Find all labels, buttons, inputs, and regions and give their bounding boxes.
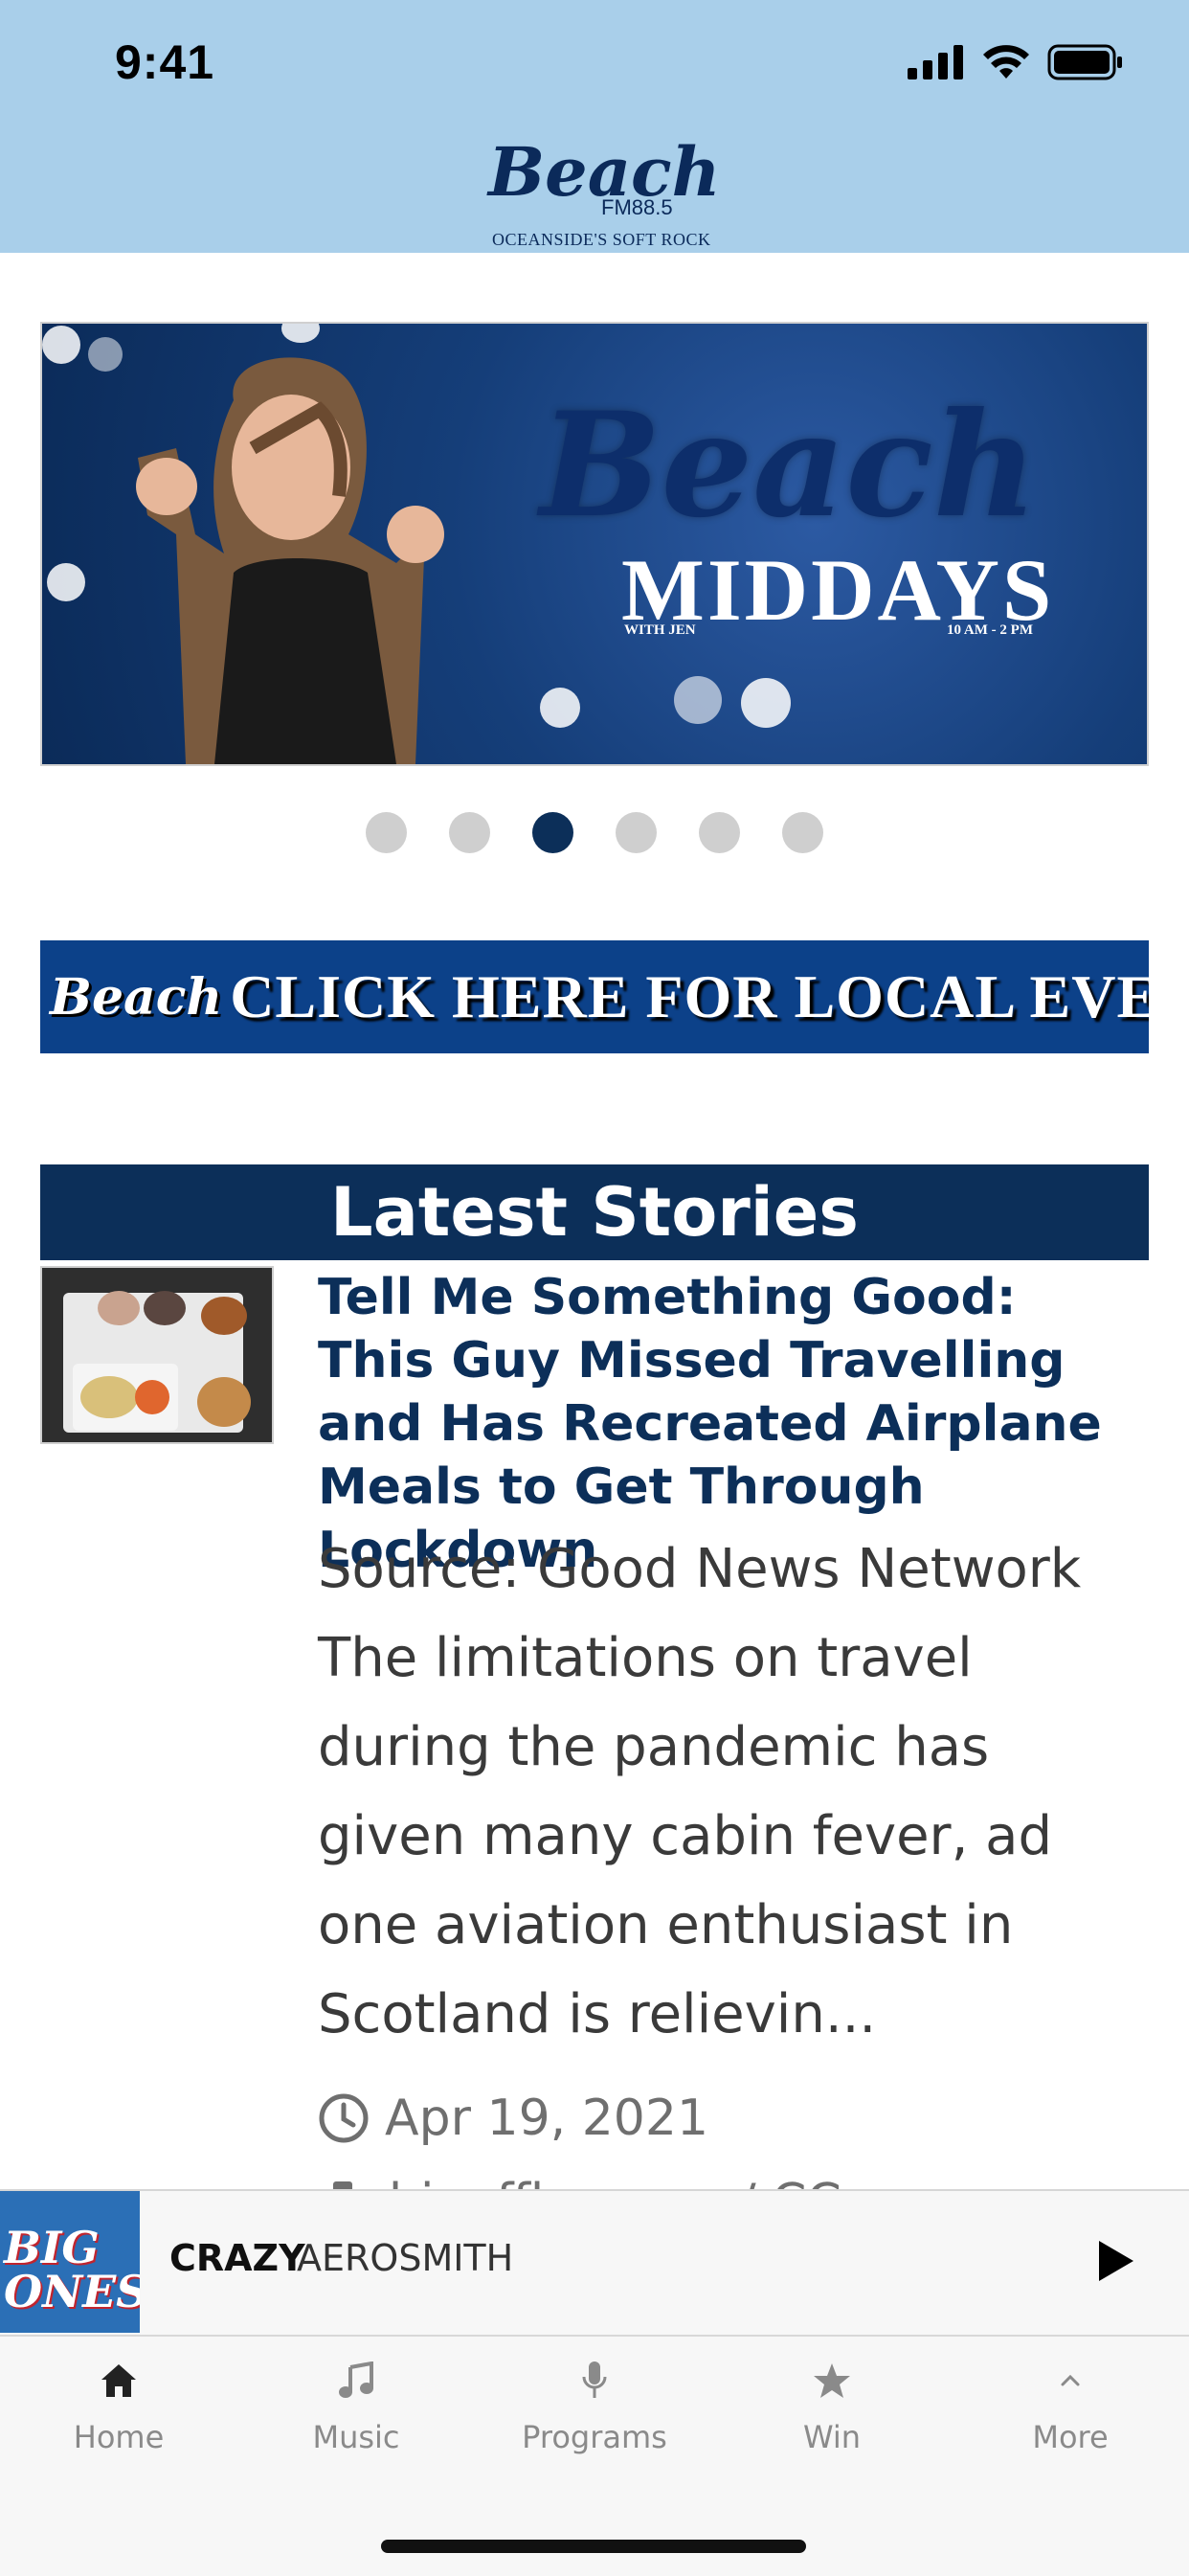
tab-more[interactable]: More [975, 2358, 1166, 2455]
tab-programs[interactable]: Programs [499, 2358, 690, 2455]
wifi-icon [983, 45, 1029, 79]
microphone-icon [582, 2361, 607, 2398]
tab-win-label: Win [802, 2419, 862, 2455]
cellular-signal-icon [908, 45, 963, 79]
host-photo [136, 357, 444, 764]
story-date: Apr 19, 2021 [385, 2090, 709, 2147]
carousel-dot[interactable] [616, 812, 657, 853]
bokeh-light [281, 324, 320, 343]
artist-name: AEROSMITH [297, 2237, 514, 2279]
battery-icon [1047, 44, 1122, 80]
play-icon[interactable] [1095, 2237, 1137, 2285]
carousel-dot[interactable] [782, 812, 823, 853]
local-events-banner[interactable]: Beach CLICK HERE FOR LOCAL EVENTS [40, 940, 1149, 1053]
hero-script-text: Beach [540, 381, 1038, 550]
chevron-up-icon [1061, 2374, 1080, 2386]
events-banner-text: CLICK HERE FOR LOCAL EVENTS [230, 962, 1149, 1030]
hero-hours: 10 AM - 2 PM [947, 622, 1033, 638]
album-art-text: BIG ONES [4, 2222, 140, 2317]
song-title: CRAZY [169, 2237, 305, 2279]
hero-host: WITH JEN [624, 622, 696, 638]
music-icon [339, 2361, 373, 2398]
tab-music[interactable]: Music [260, 2358, 452, 2455]
hero-banner[interactable]: Beach MIDDAYS WITH JEN 10 AM - 2 PM [40, 322, 1149, 766]
app-header: 9:41 Beach FM88.5 OCEANSIDE'S SOFT ROCK [0, 0, 1189, 253]
status-time: 9:41 [115, 35, 215, 89]
tab-home[interactable]: Home [23, 2358, 214, 2455]
tab-music-label: Music [312, 2419, 400, 2455]
carousel-dot[interactable] [699, 812, 740, 853]
home-indicator[interactable] [381, 2540, 806, 2553]
bokeh-light [741, 678, 791, 728]
bokeh-light [47, 563, 85, 601]
tab-win[interactable]: Win [736, 2358, 928, 2455]
tab-programs-label: Programs [522, 2419, 667, 2455]
system-icons [908, 44, 1124, 80]
logo-tagline: OCEANSIDE'S SOFT ROCK [492, 230, 711, 249]
station-logo[interactable]: Beach FM88.5 OCEANSIDE'S SOFT ROCK [479, 123, 721, 253]
clock-icon [319, 2093, 369, 2143]
bokeh-light [674, 676, 722, 724]
album-art: BIG ONES [0, 2191, 140, 2333]
logo-frequency: FM88.5 [601, 195, 673, 219]
tab-home-label: Home [73, 2419, 165, 2455]
airplane-meal-image [42, 1268, 272, 1442]
carousel-dot-active[interactable] [532, 812, 573, 853]
carousel-dot[interactable] [449, 812, 490, 853]
tab-more-label: More [1032, 2419, 1109, 2455]
home-icon [101, 2364, 136, 2397]
story-date-row: Apr 19, 2021 [318, 2090, 708, 2147]
story-excerpt: Source: Good News Network The limitation… [318, 1538, 1082, 2045]
carousel-dot[interactable] [366, 812, 407, 853]
carousel-pagination [0, 812, 1189, 853]
events-logo: Beach [50, 967, 223, 1027]
story-thumbnail[interactable] [40, 1266, 274, 1444]
star-icon [814, 2363, 850, 2398]
latest-stories-heading: Latest Stories [40, 1164, 1149, 1260]
now-playing-bar[interactable]: BIG ONES CRAZY AEROSMITH [0, 2189, 1189, 2335]
bokeh-light [42, 326, 80, 364]
